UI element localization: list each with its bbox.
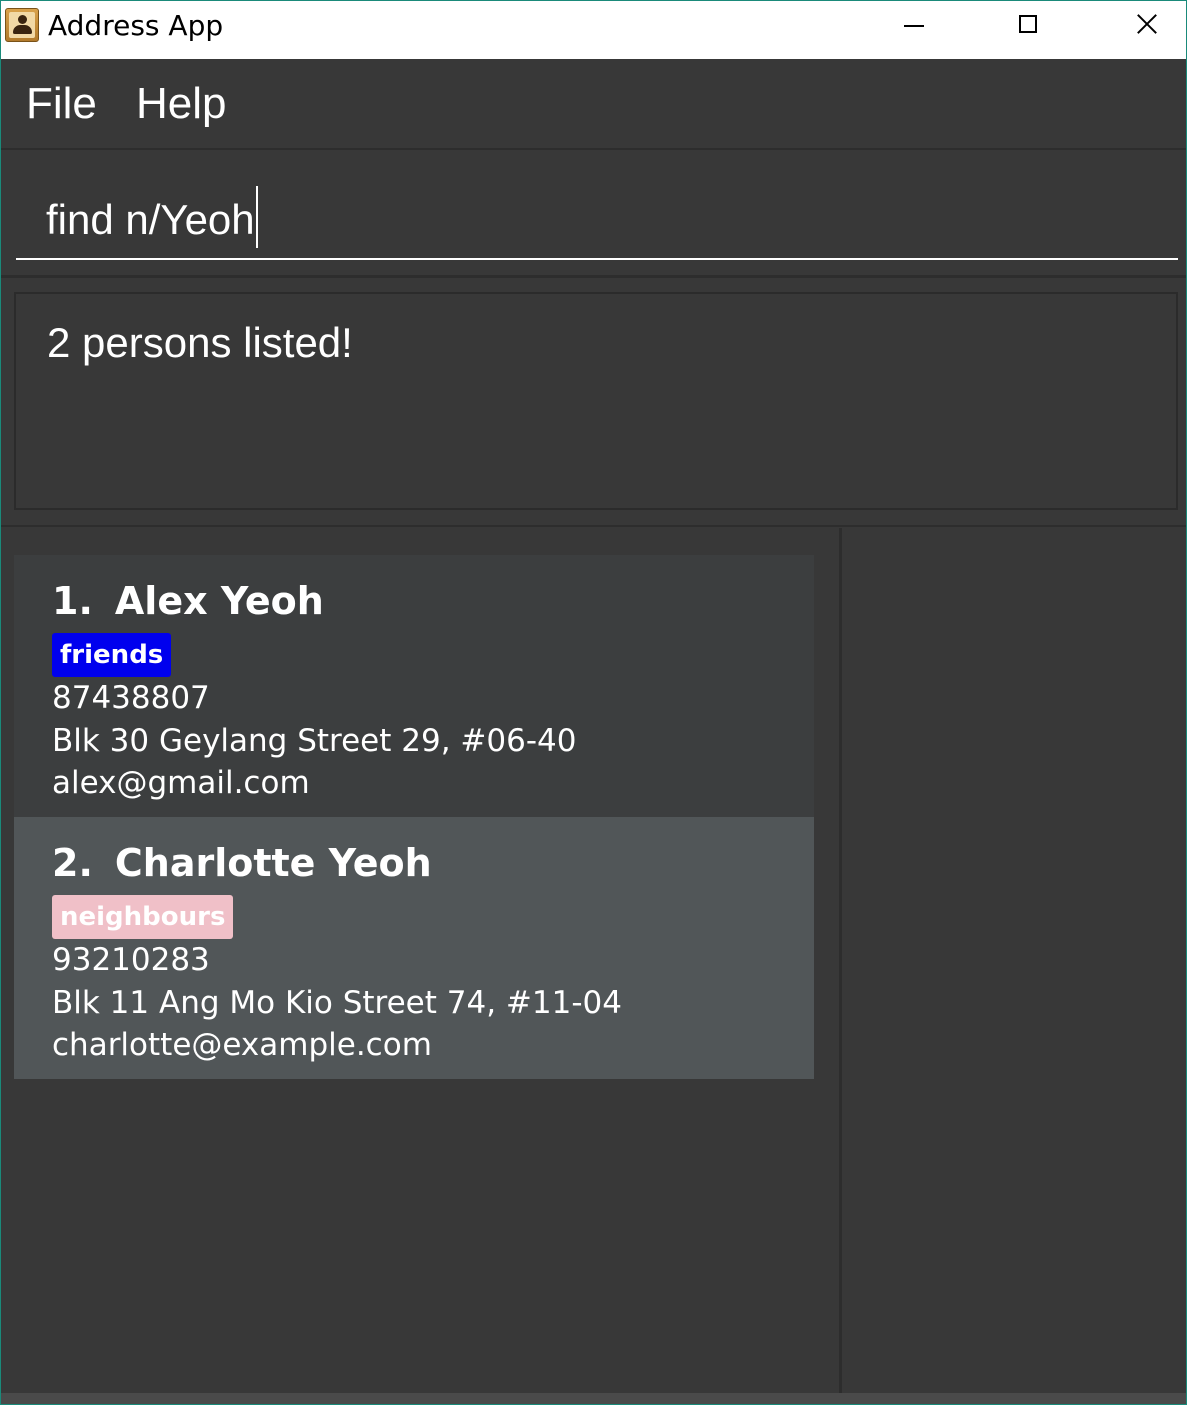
- person-card[interactable]: 1. Alex Yeoh friends 87438807 Blk 30 Geyl…: [14, 555, 814, 817]
- person-name: 1. Alex Yeoh: [52, 575, 324, 627]
- address-book-icon: [5, 8, 39, 42]
- result-display[interactable]: 2 persons listed!: [14, 292, 1178, 510]
- window-title: Address App: [48, 9, 224, 42]
- command-input-value: find n/Yeoh: [46, 196, 255, 243]
- person-address: Blk 11 Ang Mo Kio Street 74, #11-04: [52, 985, 622, 1021]
- command-box: find n/Yeoh: [1, 150, 1186, 278]
- detail-panel: [842, 528, 1186, 1393]
- person-index: 1.: [52, 579, 93, 623]
- person-name-text: Charlotte Yeoh: [114, 841, 432, 885]
- status-bar: [1, 1393, 1186, 1404]
- close-icon[interactable]: [1118, 1, 1176, 51]
- app-window: Address App File Help find n/Yeoh 2 pers…: [0, 0, 1187, 1405]
- title-bar[interactable]: Address App: [1, 1, 1186, 59]
- menu-file[interactable]: File: [26, 77, 97, 131]
- person-email: alex@gmail.com: [52, 765, 310, 801]
- menu-bar: File Help: [1, 59, 1186, 150]
- person-index: 2.: [52, 841, 93, 885]
- minimize-icon[interactable]: [885, 1, 943, 51]
- person-phone: 87438807: [52, 680, 210, 716]
- person-phone: 93210283: [52, 942, 210, 978]
- person-list[interactable]: 1. Alex Yeoh friends 87438807 Blk 30 Geyl…: [1, 528, 842, 1393]
- person-card-selected[interactable]: 2. Charlotte Yeoh neighbours 93210283 Blk…: [14, 817, 814, 1079]
- menu-help[interactable]: Help: [136, 77, 227, 131]
- result-message: 2 persons listed!: [47, 319, 353, 366]
- result-display-panel: 2 persons listed!: [1, 278, 1186, 527]
- command-input[interactable]: find n/Yeoh: [16, 150, 1178, 260]
- tag-label: friends: [52, 633, 172, 677]
- person-address: Blk 30 Geylang Street 29, #06-40: [52, 723, 577, 759]
- maximize-icon[interactable]: [1001, 1, 1059, 51]
- person-email: charlotte@example.com: [52, 1027, 432, 1063]
- person-name: 2. Charlotte Yeoh: [52, 837, 432, 889]
- text-caret: [255, 186, 258, 248]
- person-name-text: Alex Yeoh: [114, 579, 324, 623]
- tag-label: neighbours: [52, 895, 234, 939]
